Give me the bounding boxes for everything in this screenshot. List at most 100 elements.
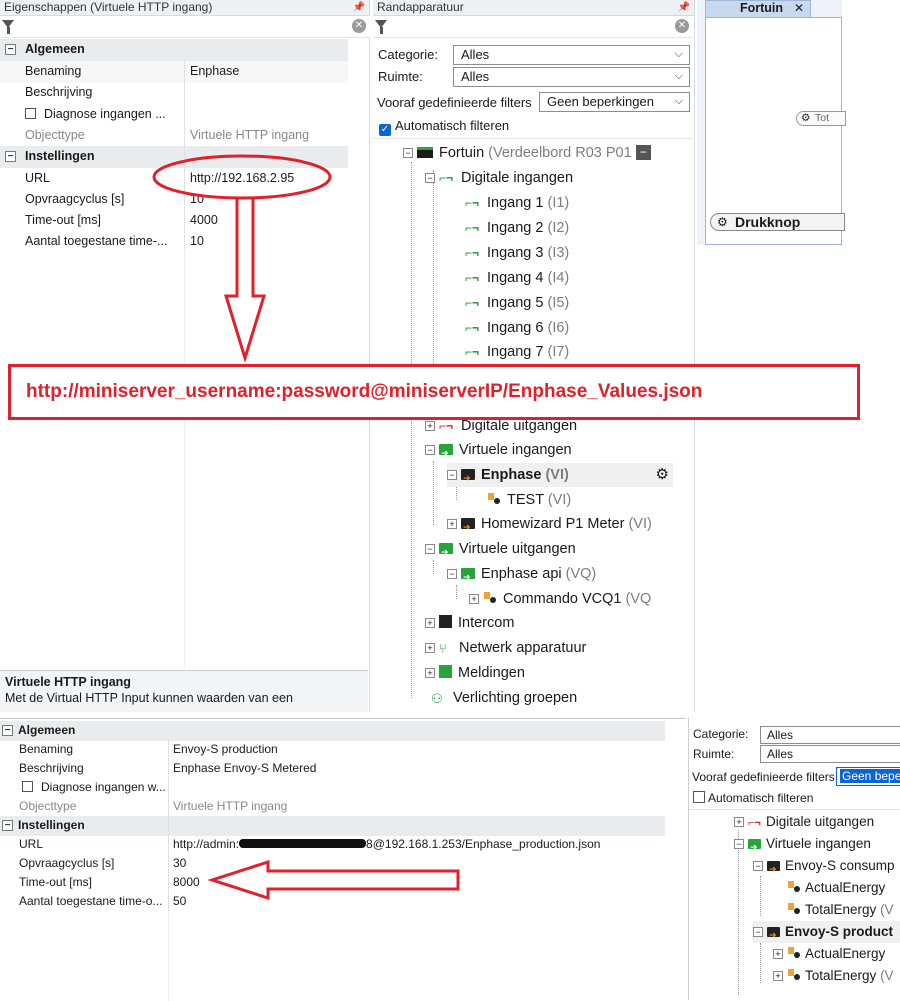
collapse-icon[interactable]: − xyxy=(447,470,457,480)
expand-icon[interactable]: + xyxy=(425,668,435,678)
collapse-icon[interactable]: − xyxy=(447,569,457,579)
collapse-icon[interactable]: − xyxy=(425,445,435,455)
row-timeout[interactable]: Time-out [ms] 4000 xyxy=(0,210,348,232)
group-label: Instellingen xyxy=(18,818,85,832)
tree-item-envoy-consump[interactable]: − Envoy-S consump xyxy=(753,855,895,880)
column-divider xyxy=(168,740,169,912)
collapse-icon[interactable]: − xyxy=(403,148,413,158)
tree-item-enphase[interactable]: − Enphase (VI) ⚙ xyxy=(447,463,673,490)
tree-item-digitale-uitgangen[interactable]: + ⌐¬ Digitale uitgangen xyxy=(734,811,874,833)
tree-item-ingang-1[interactable]: ⌐¬ Ingang 1 (I1) xyxy=(465,191,569,215)
collapse-icon[interactable]: − xyxy=(753,861,763,871)
row-value[interactable]: 50 xyxy=(173,892,186,911)
tree-item-ingang-5[interactable]: ⌐¬ Ingang 5 (I5) xyxy=(465,291,569,315)
row-value[interactable]: Enphase Envoy-S Metered xyxy=(173,759,316,778)
bottom-row-url[interactable]: URL http://admin: 8@192.168.1.253/Enphase… xyxy=(0,835,665,855)
tree-item-ingang-2[interactable]: ⌐¬ Ingang 2 (I2) xyxy=(465,216,569,240)
pin-icon[interactable]: 📌 xyxy=(353,0,365,15)
collapse-icon[interactable]: − xyxy=(425,173,435,183)
row-key: Benaming xyxy=(19,742,74,756)
diagnose-checkbox[interactable] xyxy=(25,108,36,119)
tab-fortuin[interactable]: Fortuin ✕ xyxy=(705,0,811,17)
tree-item-virtuele-ingangen[interactable]: − Virtuele ingangen xyxy=(425,438,572,465)
group-algemeen[interactable]: − Algemeen xyxy=(0,39,348,61)
tree-suffix: (I2) xyxy=(547,220,570,236)
row-value[interactable]: 8000 xyxy=(173,873,200,892)
row-value[interactable]: Envoy-S production xyxy=(173,740,278,759)
tree-label: Ingang 1 xyxy=(487,195,544,211)
tree-suffix: (I7) xyxy=(547,344,570,360)
collapse-icon[interactable]: − xyxy=(2,725,13,736)
tree-item-actualenergy-1[interactable]: ActualEnergy xyxy=(787,877,885,899)
tree-suffix: (I1) xyxy=(547,195,570,211)
collapse-icon[interactable]: − xyxy=(425,544,435,554)
tree-item-actualenergy-2[interactable]: + ActualEnergy xyxy=(773,943,885,965)
expand-icon[interactable]: + xyxy=(425,421,435,431)
row-aantal[interactable]: Aantal toegestane time-... 10 xyxy=(0,231,348,253)
expand-icon[interactable]: + xyxy=(425,643,435,653)
tree-item-ingang-7[interactable]: ⌐¬ Ingang 7 (I7) xyxy=(465,340,569,364)
expand-icon[interactable]: + xyxy=(773,971,783,981)
expand-icon[interactable]: + xyxy=(469,594,479,604)
tree-item-envoy-product[interactable]: − Envoy-S product xyxy=(753,921,900,946)
tree-item-commando[interactable]: + Commando VCQ1 (VQ xyxy=(469,587,651,611)
expand-icon[interactable]: + xyxy=(734,817,744,827)
clear-filter-icon[interactable]: ✕ xyxy=(352,19,366,33)
tree-item-fortuin[interactable]: − Fortuin (Verdeelbord R03 P01 − xyxy=(403,141,651,165)
bottom-row-benaming[interactable]: Benaming Envoy-S production xyxy=(0,740,665,760)
tree-item-ingang-6[interactable]: ⌐¬ Ingang 6 (I6) xyxy=(465,316,569,340)
bottom-group-algemeen[interactable]: − Algemeen xyxy=(0,721,665,741)
row-value[interactable]: 30 xyxy=(173,854,186,873)
tree-item-ingang-4[interactable]: ⌐¬ Ingang 4 (I4) xyxy=(465,266,569,290)
filters-select[interactable]: Geen beper xyxy=(836,767,900,786)
collapse-icon[interactable]: − xyxy=(753,927,763,937)
collapse-icon[interactable]: − xyxy=(2,820,13,831)
expand-icon[interactable]: + xyxy=(773,949,783,959)
row-key: Aantal toegestane time-o... xyxy=(19,894,163,908)
collapse-icon[interactable]: − xyxy=(5,151,16,162)
bottom-group-instellingen[interactable]: − Instellingen xyxy=(0,816,665,836)
row-value[interactable]: 10 xyxy=(190,231,204,252)
row-value[interactable]: Enphase xyxy=(190,61,239,82)
row-diagnose[interactable]: Diagnose ingangen ... xyxy=(0,104,348,126)
expand-icon[interactable]: + xyxy=(447,519,457,529)
row-benaming[interactable]: Benaming Enphase xyxy=(0,61,348,83)
tree-item-digitale-ingangen[interactable]: − ⌐¬ Digitale ingangen xyxy=(425,166,573,190)
tree-item-virtuele-uitgangen[interactable]: − Virtuele uitgangen xyxy=(425,537,576,564)
bottom-row-diagnose[interactable]: Diagnose ingangen w... xyxy=(0,778,665,798)
miniserver-icon xyxy=(417,147,433,158)
tree-item-totalenergy-2[interactable]: + TotalEnergy (V xyxy=(773,965,894,987)
row-value[interactable]: 4000 xyxy=(190,210,218,231)
ruimte-select[interactable]: Alles xyxy=(760,745,900,763)
tree-item-virtuele-ingangen[interactable]: − Virtuele ingangen xyxy=(734,833,871,858)
tree-item-test[interactable]: TEST (VI) xyxy=(487,488,571,512)
collapse-icon[interactable]: − xyxy=(734,839,744,849)
expand-icon[interactable]: + xyxy=(425,618,435,628)
tree-item-enphase-api[interactable]: − Enphase api (VQ) xyxy=(447,562,596,589)
tree-item-meldingen[interactable]: + Meldingen xyxy=(425,661,525,685)
close-icon[interactable]: ✕ xyxy=(794,1,804,15)
minus-icon[interactable]: − xyxy=(635,145,651,160)
diagnose-checkbox[interactable] xyxy=(22,781,33,792)
url-end: 8@192.168.1.253/Enphase_production.json xyxy=(366,837,601,851)
collapse-icon[interactable]: − xyxy=(5,44,16,55)
properties-filter-bar[interactable]: ✕ xyxy=(0,16,370,38)
auto-filter-checkbox[interactable]: Automatisch filteren xyxy=(693,791,813,805)
tree-item-intercom[interactable]: + Intercom xyxy=(425,611,514,635)
tree-item-homewizard[interactable]: + Homewizard P1 Meter (VI) xyxy=(447,512,652,539)
categorie-select[interactable]: Alles xyxy=(760,726,900,744)
tree-item-netwerk[interactable]: + ⑂ Netwerk apparatuur xyxy=(425,636,586,660)
ruimte-value: Alles xyxy=(767,747,794,761)
tree-item-totalenergy-1[interactable]: TotalEnergy (V xyxy=(787,899,894,921)
tree-item-verlichting[interactable]: ⚇ Verlichting groepen xyxy=(431,686,577,710)
bottom-row-beschrijving[interactable]: Beschrijving Enphase Envoy-S Metered xyxy=(0,759,665,779)
row-beschrijving[interactable]: Beschrijving xyxy=(0,82,348,104)
column-divider xyxy=(184,252,185,667)
block-total[interactable]: ⚙ Tot xyxy=(796,111,846,126)
gear-icon[interactable]: ⚙ xyxy=(656,463,669,487)
block-drukknop[interactable]: ⚙ Drukknop xyxy=(710,213,845,231)
redacted-scribble xyxy=(239,839,367,848)
row-value[interactable]: http://admin: 8@192.168.1.253/Enphase_pro… xyxy=(173,835,600,854)
canvas[interactable]: ⚙ Tot ⚙ Drukknop xyxy=(705,17,846,245)
tree-item-ingang-3[interactable]: ⌐¬ Ingang 3 (I3) xyxy=(465,241,569,265)
